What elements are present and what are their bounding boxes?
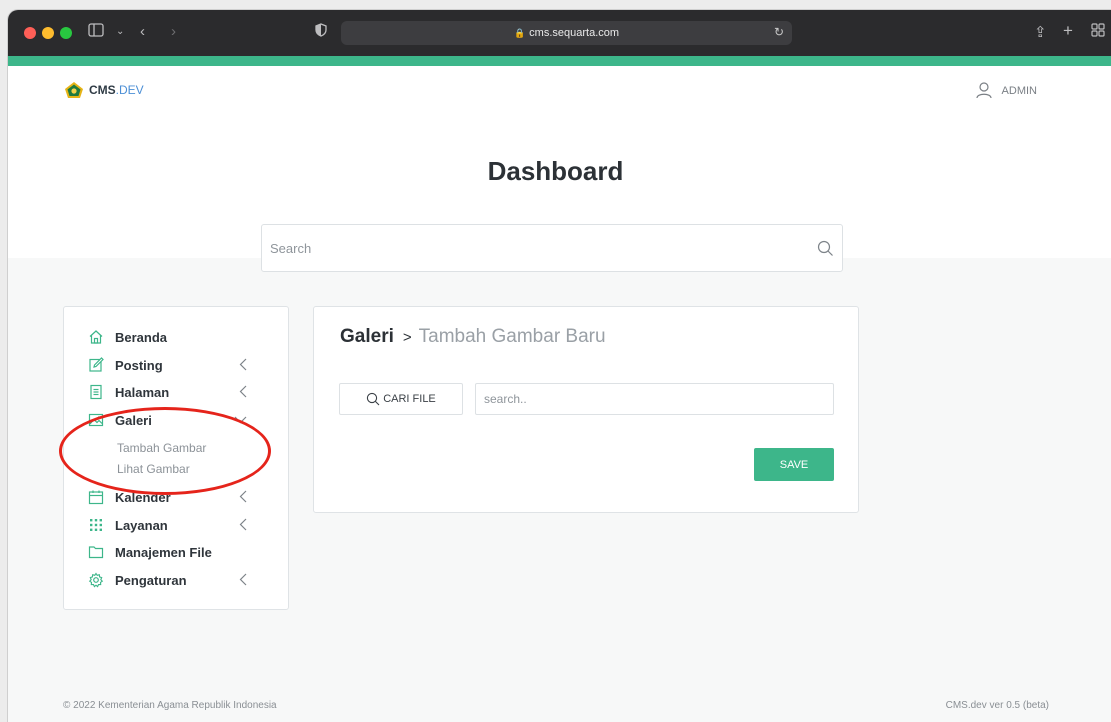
user-name: ADMIN [1001, 84, 1037, 97]
breadcrumb-current: Tambah Gambar Baru [418, 326, 606, 347]
global-search-input[interactable] [262, 225, 782, 271]
sidebar-item-label: Manajemen File [115, 544, 212, 560]
privacy-shield-icon[interactable] [315, 23, 327, 41]
folder-icon [88, 546, 104, 559]
minimize-window-button[interactable] [42, 27, 54, 39]
edit-icon [89, 357, 104, 372]
search-icon[interactable] [817, 240, 834, 257]
brand-text: CMS [89, 83, 116, 97]
chevron-left-icon[interactable] [239, 490, 247, 503]
sidebar-item-beranda[interactable]: Beranda [88, 326, 268, 348]
breadcrumb: Galeri > Tambah Gambar Baru [340, 326, 606, 348]
brand-logo[interactable]: CMS .DEV [64, 81, 144, 99]
sidebar-item-halaman[interactable]: Halaman [88, 381, 268, 403]
sidebar-toggle-icon[interactable] [88, 23, 104, 41]
share-icon[interactable]: ⇪ [1034, 23, 1047, 41]
new-tab-icon[interactable]: + [1063, 21, 1073, 41]
sidebar-item-layanan[interactable]: Layanan [88, 514, 268, 536]
forward-icon[interactable]: › [171, 23, 176, 40]
content-panel: Galeri > Tambah Gambar Baru CARI FILE SA… [313, 306, 859, 513]
sidebar-item-label: Halaman [115, 384, 170, 400]
sidebar-item-pengaturan[interactable]: Pengaturan [88, 569, 268, 591]
address-bar[interactable]: 🔒 cms.sequarta.com ↻ [341, 21, 792, 45]
footer-copyright: © 2022 Kementerian Agama Republik Indone… [63, 700, 277, 711]
brand-suffix: .DEV [115, 83, 144, 97]
user-menu[interactable]: ADMIN [975, 82, 1037, 99]
chevron-left-icon[interactable] [239, 518, 247, 531]
calendar-icon [88, 490, 104, 505]
chevron-left-icon[interactable] [239, 385, 247, 398]
tab-overview-icon[interactable] [1091, 23, 1105, 41]
zoom-window-button[interactable] [60, 27, 72, 39]
sidebar-item-label: Layanan [115, 517, 168, 533]
footer-version: CMS.dev ver 0.5 (beta) [945, 700, 1049, 711]
breadcrumb-separator: > [402, 328, 412, 346]
file-search-input[interactable] [475, 383, 834, 415]
home-icon [89, 330, 103, 344]
lock-icon: 🔒 [513, 27, 526, 38]
ministry-emblem-icon [65, 82, 83, 98]
save-button[interactable]: SAVE [754, 448, 834, 481]
user-icon [975, 82, 992, 99]
sidebar-item-label: Beranda [115, 329, 168, 345]
breadcrumb-parent[interactable]: Galeri [340, 326, 394, 348]
chevron-left-icon[interactable] [239, 573, 247, 586]
sidebar-item-label: Posting [115, 357, 163, 373]
sidebar-item-label: Pengaturan [115, 572, 187, 588]
chevron-down-icon[interactable]: ⌄ [116, 26, 124, 37]
sidebar-item-posting[interactable]: Posting [88, 354, 268, 376]
close-window-button[interactable] [24, 27, 36, 39]
document-icon [90, 384, 102, 400]
browser-toolbar: ⌄ ‹ › 🔒 cms.sequarta.com ↻ ⇪ + [8, 10, 1111, 56]
highlight-annotation-oval [59, 407, 271, 495]
page-title: Dashboard [487, 156, 624, 186]
cari-file-label: CARI FILE [383, 393, 436, 405]
sidebar-item-manajemen-file[interactable]: Manajemen File [88, 541, 268, 563]
global-search [261, 224, 843, 272]
cari-file-button[interactable]: CARI FILE [339, 383, 463, 415]
url-text: cms.sequarta.com [529, 27, 620, 39]
grid-icon [90, 519, 102, 531]
accent-bar [8, 56, 1111, 66]
back-icon[interactable]: ‹ [140, 23, 145, 40]
gear-icon [88, 572, 104, 588]
reload-icon[interactable]: ↻ [774, 25, 784, 39]
chevron-left-icon[interactable] [239, 358, 247, 371]
search-icon [367, 392, 380, 406]
